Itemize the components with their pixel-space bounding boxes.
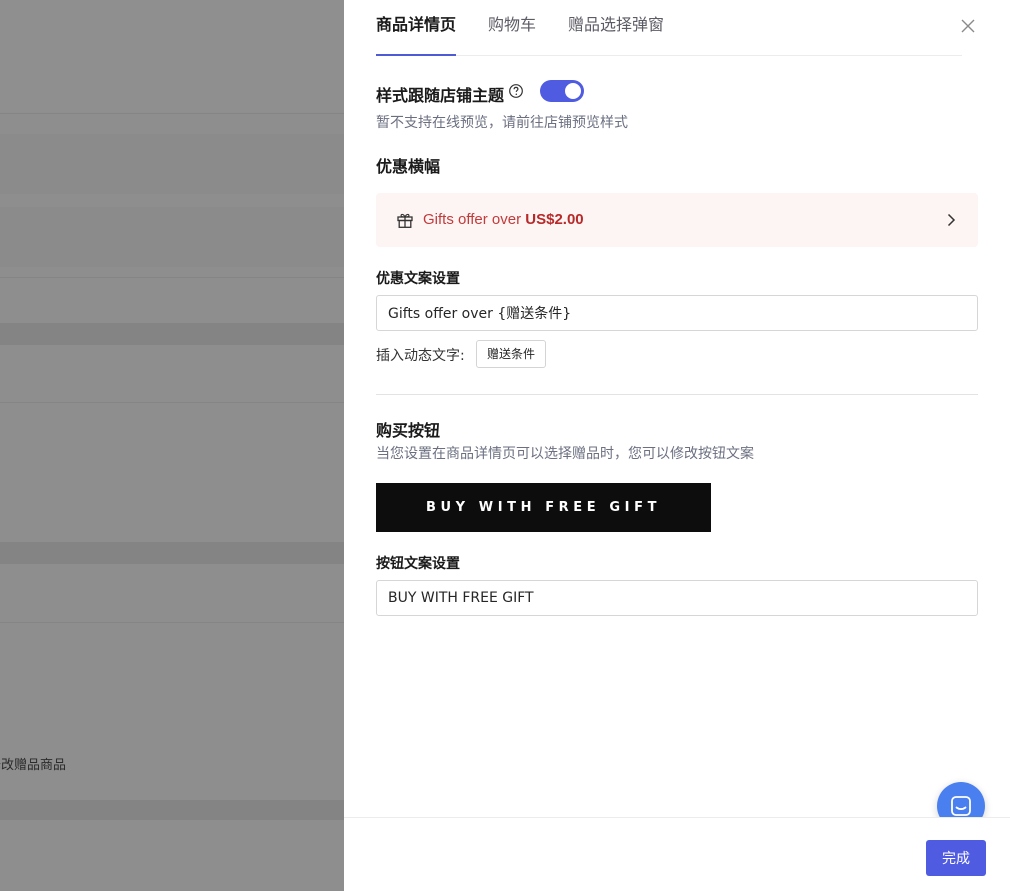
- background-divider: [0, 277, 344, 278]
- tab-cart[interactable]: 购物车: [488, 0, 536, 55]
- toggle-knob: [565, 83, 581, 99]
- settings-drawer: 商品详情页 购物车 赠品选择弹窗 样式跟随店铺主题 暂不支持在线预览，请前往店铺…: [344, 0, 1010, 891]
- background-row: [0, 0, 344, 112]
- promo-copy-label: 优惠文案设置: [376, 271, 460, 287]
- background-row: [0, 800, 344, 820]
- insert-dynamic-label: 插入动态文字:: [376, 348, 465, 364]
- banner-prefix: Gifts offer over: [423, 211, 526, 228]
- promo-banner[interactable]: Gifts offer over US$2.00: [376, 193, 978, 247]
- buy-button-preview: BUY WITH FREE GIFT: [376, 483, 711, 532]
- tab-product-detail[interactable]: 商品详情页: [376, 0, 457, 56]
- buy-button-title: 购买按钮: [376, 421, 441, 440]
- background-divider: [0, 402, 344, 403]
- buy-button-hint: 当您设置在商品详情页可以选择赠品时，您可以修改按钮文案: [376, 446, 754, 462]
- background-divider: [0, 113, 344, 114]
- done-button[interactable]: 完成: [926, 840, 986, 876]
- theme-title: 样式跟随店铺主题: [376, 86, 505, 105]
- gift-icon: [396, 211, 414, 229]
- buy-copy-input[interactable]: [376, 580, 978, 616]
- chat-icon: [951, 796, 971, 816]
- help-circle-icon[interactable]: [508, 83, 524, 99]
- background-row: [0, 323, 344, 345]
- chevron-right-icon: [944, 212, 958, 228]
- banner-text: Gifts offer over US$2.00: [423, 211, 584, 229]
- background-divider: [0, 622, 344, 623]
- background-row: [0, 134, 344, 194]
- promo-title: 优惠横幅: [376, 157, 441, 176]
- insert-condition-chip[interactable]: 赠送条件: [476, 340, 547, 368]
- tab-gift-popup[interactable]: 赠品选择弹窗: [568, 0, 664, 55]
- theme-toggle[interactable]: [540, 80, 584, 102]
- banner-amount: US$2.00: [525, 211, 584, 228]
- background-overlay[interactable]: 修改赠品商品: [0, 0, 344, 891]
- close-icon[interactable]: [958, 16, 978, 36]
- section-divider: [376, 394, 978, 395]
- tab-bar: 商品详情页 购物车 赠品选择弹窗: [376, 0, 962, 56]
- background-text: 修改赠品商品: [0, 758, 67, 773]
- buy-copy-label: 按钮文案设置: [376, 556, 460, 572]
- background-row: [0, 207, 344, 267]
- background-row: [0, 542, 344, 564]
- promo-copy-input[interactable]: [376, 295, 978, 331]
- drawer-footer: 完成: [344, 817, 1010, 891]
- theme-hint: 暂不支持在线预览，请前往店铺预览样式: [376, 115, 628, 131]
